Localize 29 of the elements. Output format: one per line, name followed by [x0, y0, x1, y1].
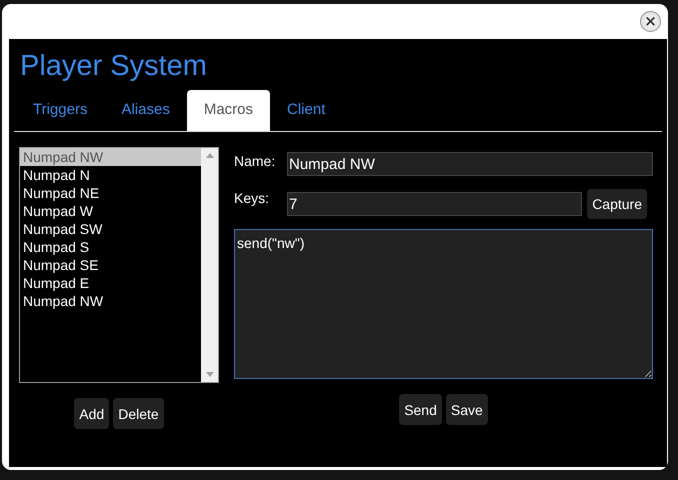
macro-item[interactable]: Numpad NW [20, 148, 201, 166]
scroll-down-icon[interactable] [206, 372, 214, 377]
scroll-up-icon[interactable] [206, 153, 214, 158]
send-button[interactable]: Send [399, 394, 442, 425]
macro-list[interactable]: Numpad NW Numpad N Numpad NE Numpad W Numpad SW Numpad S Numpad SE Numpad E Numpad NW [19, 147, 219, 383]
tab[interactable]: Aliases [104, 90, 187, 131]
script-editor[interactable]: send("nw") [234, 229, 653, 379]
macro-item[interactable]: Numpad SW [20, 220, 201, 238]
scrollbar[interactable] [201, 148, 218, 382]
capture-button[interactable]: Capture [587, 189, 647, 219]
macro-item[interactable]: Numpad SE [20, 256, 201, 274]
name-label: Name: [234, 152, 276, 169]
save-button[interactable]: Save [446, 394, 488, 425]
close-button[interactable]: × [640, 10, 661, 32]
macro-item[interactable]: Numpad NE [20, 184, 201, 202]
macro-item[interactable]: Numpad E [20, 274, 201, 292]
macro-item[interactable]: Numpad S [20, 238, 201, 256]
keys-field[interactable]: 7 [287, 192, 582, 216]
macro-item[interactable]: Numpad NW [20, 292, 201, 310]
add-button[interactable]: Add [74, 398, 110, 429]
name-field[interactable]: Numpad NW [287, 152, 653, 176]
dialog-title: Player System [19, 49, 208, 84]
macro-item[interactable]: Numpad N [20, 166, 201, 184]
keys-label: Keys: [234, 189, 270, 206]
tab[interactable]: Triggers [16, 90, 104, 131]
macro-item[interactable]: Numpad W [20, 202, 201, 220]
tab[interactable]: Macros [186, 90, 270, 131]
tab[interactable]: Client [270, 90, 342, 131]
delete-button[interactable]: Delete [113, 398, 164, 429]
